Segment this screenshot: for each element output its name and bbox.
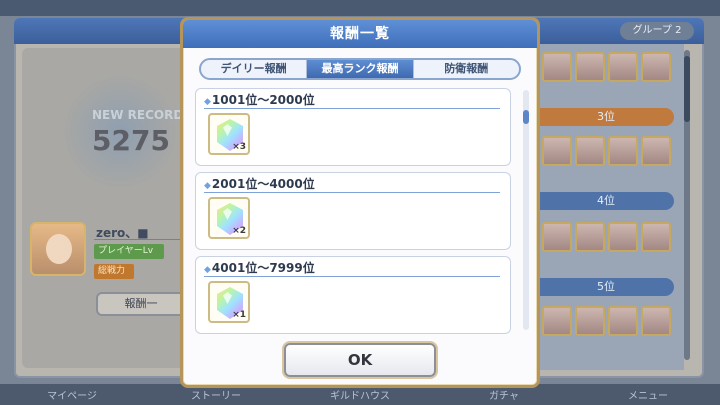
character-portrait[interactable] (608, 306, 638, 336)
character-portrait[interactable] (542, 136, 572, 166)
character-portrait[interactable] (542, 306, 572, 336)
ok-button[interactable]: OK (284, 343, 436, 377)
rank-range-text: 1001位～2000位 (211, 93, 315, 107)
player-level-label: プレイヤーLv (94, 244, 164, 259)
tab-highest-rank-rewards[interactable]: 最高ランク報酬 (306, 60, 413, 78)
diamond-bullet-icon: ◆ (204, 265, 211, 275)
nav-menu[interactable]: メニュー (618, 387, 678, 402)
rank-band: 4位 (538, 192, 674, 210)
character-portrait[interactable] (575, 52, 605, 82)
rank-range-text: 4001位～7999位 (211, 261, 315, 275)
reward-card: ◆1001位～2000位 ×3 (195, 88, 511, 166)
character-portrait[interactable] (608, 222, 638, 252)
tab-defense-rewards[interactable]: 防衛報酬 (412, 60, 519, 78)
rank-range-title: ◆1001位～2000位 (204, 93, 500, 109)
nav-story[interactable]: ストーリー (186, 387, 246, 402)
rank-range-title: ◆2001位～4000位 (204, 177, 500, 193)
character-portrait[interactable] (575, 222, 605, 252)
diamond-bullet-icon: ◆ (204, 181, 211, 191)
character-portrait[interactable] (608, 52, 638, 82)
character-portrait[interactable] (641, 136, 671, 166)
group-tab[interactable]: グループ 2 (620, 22, 694, 40)
reward-item[interactable]: ×2 (208, 197, 250, 239)
new-record-label: NEW RECORD (92, 108, 184, 122)
reward-list-scroll-thumb[interactable] (523, 110, 529, 124)
reward-list-scrollbar[interactable] (523, 90, 529, 330)
diamond-bullet-icon: ◆ (204, 97, 211, 107)
total-power-label: 総戦力 (94, 264, 134, 279)
reward-item[interactable]: ×3 (208, 113, 250, 155)
record-score: 5275 (92, 124, 170, 157)
item-quantity: ×3 (232, 142, 246, 152)
ranking-row (542, 306, 671, 336)
reward-card: ◆4001位～7999位 ×1 (195, 256, 511, 334)
ranking-row (542, 222, 671, 252)
character-portrait[interactable] (608, 136, 638, 166)
item-quantity: ×1 (232, 310, 246, 320)
character-portrait[interactable] (641, 52, 671, 82)
ranking-scroll-thumb[interactable] (684, 56, 690, 122)
character-portrait[interactable] (575, 136, 605, 166)
reward-list[interactable]: ◆1001位～2000位 ×3 ◆2001位～4000位 ×2 ◆4001位～7… (195, 88, 511, 334)
nav-guild-house[interactable]: ギルドハウス (330, 387, 390, 402)
character-portrait[interactable] (575, 306, 605, 336)
reward-tabs: デイリー報酬 最高ランク報酬 防衛報酬 (199, 58, 521, 80)
item-quantity: ×2 (232, 226, 246, 236)
nav-my-page[interactable]: マイページ (42, 387, 102, 402)
name-divider (94, 239, 184, 240)
avatar[interactable] (30, 222, 86, 276)
background-top-strip (0, 0, 720, 16)
ranking-row (542, 136, 671, 166)
character-portrait[interactable] (641, 306, 671, 336)
tab-daily-rewards[interactable]: デイリー報酬 (201, 60, 306, 78)
ranking-row (542, 52, 671, 82)
character-portrait[interactable] (641, 222, 671, 252)
reward-item[interactable]: ×1 (208, 281, 250, 323)
nav-gacha[interactable]: ガチャ (474, 387, 534, 402)
rank-range-title: ◆4001位～7999位 (204, 261, 500, 277)
character-portrait[interactable] (542, 52, 572, 82)
reward-card: ◆2001位～4000位 ×2 (195, 172, 511, 250)
reward-list-dialog: 報酬一覧 デイリー報酬 最高ランク報酬 防衛報酬 ◆1001位～2000位 ×3… (180, 17, 540, 388)
rank-band: 5位 (538, 278, 674, 296)
character-portrait[interactable] (542, 222, 572, 252)
reward-list-button[interactable]: 報酬一 (96, 292, 186, 316)
rank-range-text: 2001位～4000位 (211, 177, 315, 191)
dialog-title: 報酬一覧 (183, 20, 537, 48)
rank-band: 3位 (538, 108, 674, 126)
